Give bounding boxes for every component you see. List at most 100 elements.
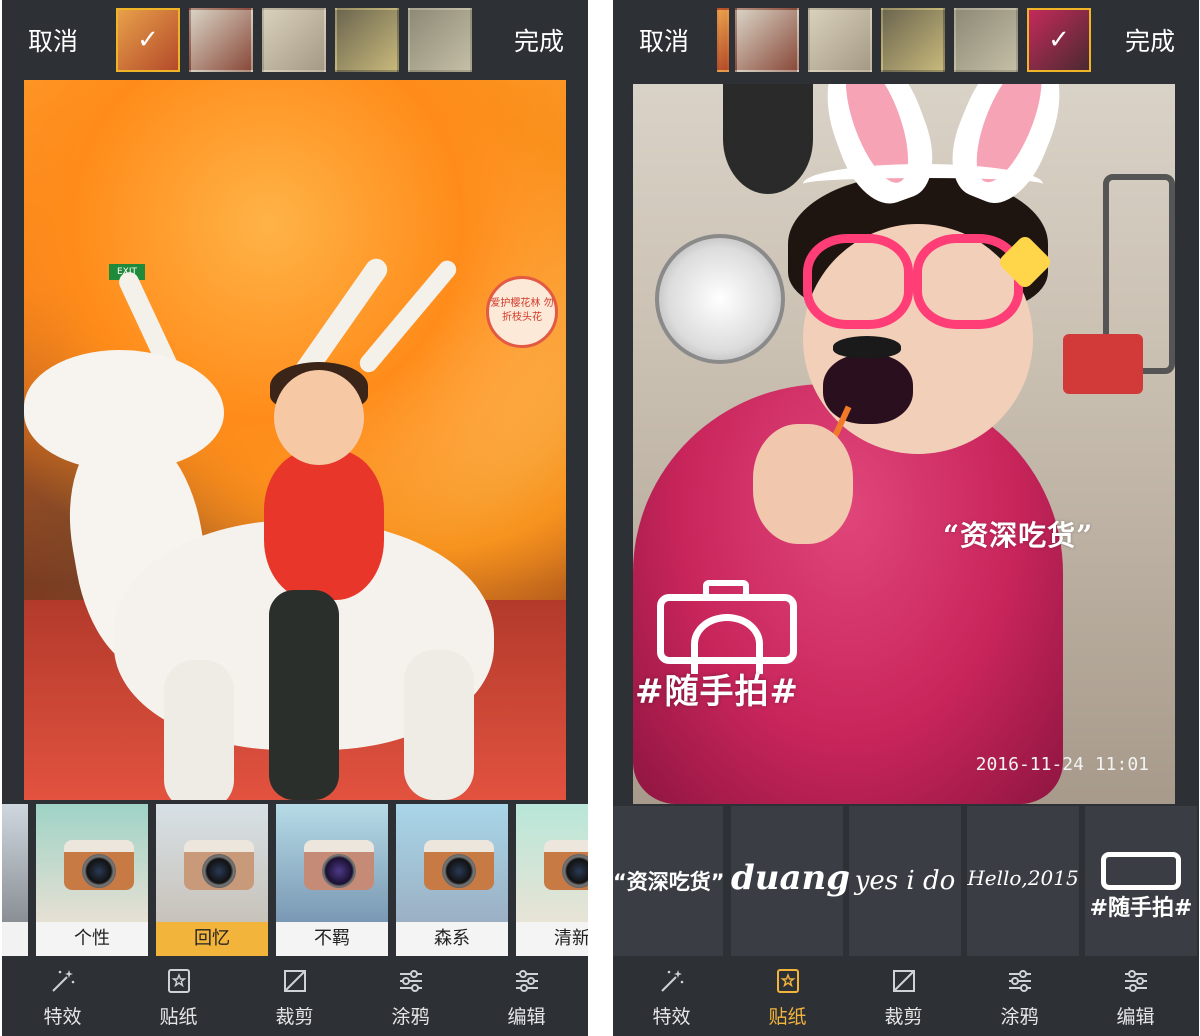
thumbnail[interactable]	[881, 8, 945, 72]
top-bar: 取消 ✓ 完成	[613, 0, 1199, 80]
date-stamp: 2016-11-24 11:01	[975, 754, 1149, 775]
check-icon: ✓	[1048, 25, 1070, 55]
thumbnail-strip: ✓	[116, 8, 476, 72]
filter-partial[interactable]	[2, 804, 28, 956]
photo-preview: EXIT 爱护樱花林 勿折枝头花	[24, 80, 566, 800]
tab-crop[interactable]: 裁剪	[236, 956, 353, 1036]
tab-doodle[interactable]: 涂鸦	[352, 956, 469, 1036]
thumbnail[interactable]	[335, 8, 399, 72]
sticker-hello-2015[interactable]: Hello,2015	[967, 806, 1079, 956]
thumbnail[interactable]	[189, 8, 253, 72]
done-button[interactable]: 完成	[514, 22, 564, 58]
filter-preview	[516, 804, 588, 922]
sticker-snapshot[interactable]: #随手拍#	[1085, 806, 1197, 956]
magic-wand-icon	[51, 970, 74, 992]
filter-label: 清新	[516, 922, 588, 956]
tab-label: 特效	[652, 1006, 691, 1028]
crop-icon	[892, 970, 915, 992]
bottom-tab-bar: 特效 贴纸 裁剪 涂鸦 编辑	[613, 956, 1199, 1036]
stool	[1063, 334, 1143, 394]
lens-icon	[562, 854, 588, 888]
tab-label: 裁剪	[275, 1006, 314, 1028]
foodie-text-sticker[interactable]: “资深吃货”	[943, 514, 1093, 554]
sticker-text: Hello,2015	[967, 866, 1079, 890]
tab-crop[interactable]: 裁剪	[845, 956, 962, 1036]
sticker-foodie[interactable]: “资深吃货”	[613, 806, 725, 956]
tab-label: 裁剪	[884, 1006, 923, 1028]
sticker-text: “资深吃货”	[613, 870, 725, 894]
filter-preview	[2, 804, 28, 922]
tab-edit[interactable]: 编辑	[468, 956, 585, 1036]
sticker-text: duang~	[731, 858, 879, 898]
tab-label: 编辑	[1116, 1006, 1155, 1028]
thumbnail-partial[interactable]	[717, 8, 729, 72]
filter-item[interactable]: 森系	[396, 804, 508, 956]
sticker-icon	[776, 969, 799, 993]
thumbnail-strip: ✓	[717, 8, 1095, 72]
glasses-sticker[interactable]	[913, 234, 1023, 329]
tab-label: 编辑	[507, 1006, 546, 1028]
sliders-icon	[1008, 970, 1031, 992]
tab-label: 特效	[43, 1006, 82, 1028]
done-button[interactable]: 完成	[1125, 22, 1175, 58]
tab-effects[interactable]: 特效	[4, 956, 121, 1036]
bottom-tab-bar: 特效 贴纸 裁剪 涂鸦 编辑	[2, 956, 588, 1036]
cancel-button[interactable]: 取消	[28, 22, 78, 58]
thumbnail-selected[interactable]: ✓	[116, 8, 180, 72]
photo-preview: “资深吃货” #随手拍# 2016-11-24 11:01	[633, 84, 1175, 804]
filter-label: 回忆	[156, 922, 268, 956]
girl-hand	[753, 424, 853, 544]
check-icon: ✓	[137, 25, 159, 55]
glasses-sticker[interactable]	[803, 234, 913, 329]
tab-label: 贴纸	[768, 1006, 807, 1028]
filter-editor-screen: 取消 ✓ 完成 EXIT 爱护樱花林 勿折枝头花	[2, 0, 588, 1036]
sticker-text: #随手拍#	[1089, 896, 1193, 921]
filter-item[interactable]: 个性	[36, 804, 148, 956]
sticker-strip: “资深吃货” duang~ yes i do Hello,2015 #随手拍#	[613, 806, 1199, 956]
girl-head	[274, 370, 364, 465]
tab-label: 涂鸦	[391, 1006, 430, 1028]
headband-sticker[interactable]	[803, 164, 1043, 204]
tab-doodle[interactable]: 涂鸦	[961, 956, 1078, 1036]
tab-edit[interactable]: 编辑	[1077, 956, 1194, 1036]
deer-leg	[164, 660, 234, 800]
thumbnail[interactable]	[808, 8, 872, 72]
sticker-text: yes i do	[854, 866, 956, 896]
thumbnail[interactable]	[735, 8, 799, 72]
filter-item[interactable]: 不羁	[276, 804, 388, 956]
mustache-sticker[interactable]	[833, 336, 901, 358]
filter-preview	[156, 804, 268, 922]
filter-item[interactable]: 清新	[516, 804, 588, 956]
filter-preview	[276, 804, 388, 922]
edit-sliders-icon	[1124, 970, 1147, 992]
tab-stickers[interactable]: 贴纸	[729, 956, 846, 1036]
girl-torso	[264, 450, 384, 600]
sticker-yes-i-do[interactable]: yes i do	[849, 806, 961, 956]
filter-preview	[36, 804, 148, 922]
edit-sliders-icon	[515, 970, 538, 992]
deer-leg	[404, 650, 474, 800]
filter-item-selected[interactable]: 回忆	[156, 804, 268, 956]
camera-icon	[1101, 852, 1181, 890]
sliders-icon	[399, 970, 422, 992]
girl-leg	[269, 590, 339, 800]
thumbnail[interactable]	[408, 8, 472, 72]
thumbnail-selected[interactable]: ✓	[1027, 8, 1091, 72]
thumbnail[interactable]	[262, 8, 326, 72]
filter-label: 不羁	[276, 922, 388, 956]
lollipop	[823, 354, 913, 424]
snapshot-text-sticker[interactable]: #随手拍#	[635, 664, 799, 713]
sticker-icon	[167, 969, 190, 993]
filter-strip: 个性 回忆 不羁 森系 清新	[2, 804, 588, 956]
filter-label: 森系	[396, 922, 508, 956]
tab-stickers[interactable]: 贴纸	[120, 956, 237, 1036]
lens-icon	[322, 854, 356, 888]
cancel-button[interactable]: 取消	[639, 22, 689, 58]
tab-label: 涂鸦	[1000, 1006, 1039, 1028]
sticker-duang[interactable]: duang~	[731, 806, 879, 956]
lens-icon	[442, 854, 476, 888]
tab-effects[interactable]: 特效	[613, 956, 730, 1036]
sign-badge: 爱护樱花林 勿折枝头花	[486, 276, 558, 348]
thumbnail[interactable]	[954, 8, 1018, 72]
fan	[655, 234, 785, 364]
